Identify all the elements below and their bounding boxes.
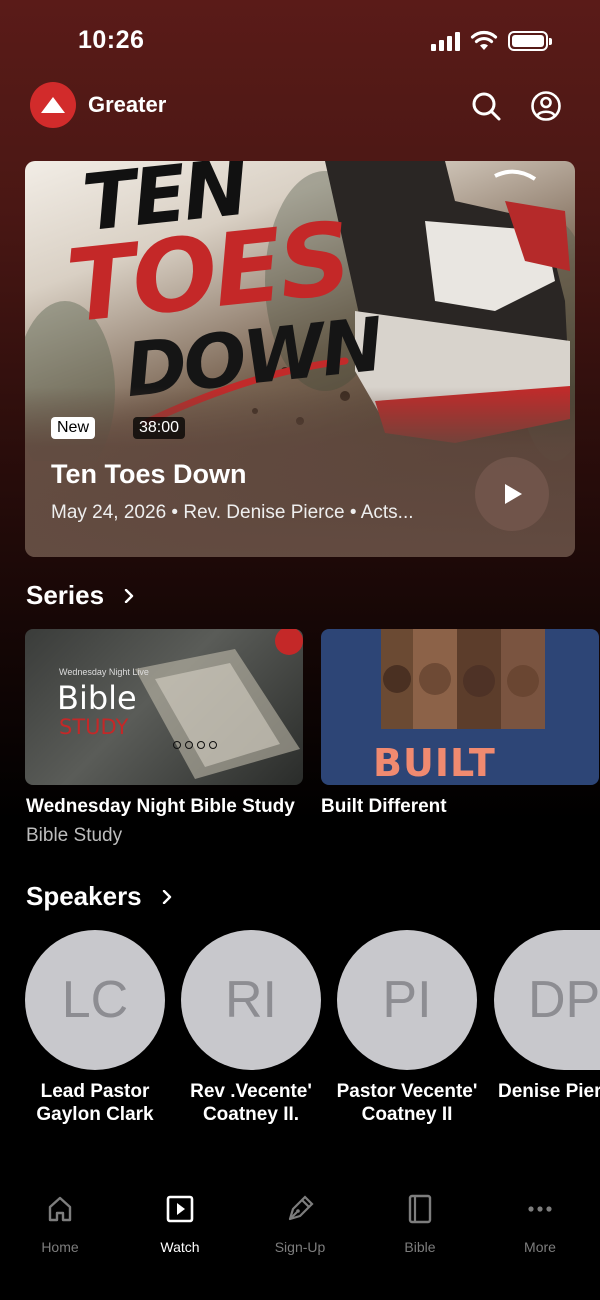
app-header: Greater: [0, 82, 600, 130]
series-heading-label: Series: [26, 580, 105, 610]
hero-meta: May 24, 2026 • Rev. Denise Pierce • Acts…: [51, 502, 414, 523]
series-art-sub: STUDY: [59, 715, 129, 739]
home-icon: [48, 1196, 72, 1222]
speaker-name[interactable]: Rev .Vecente' Coatney II.: [171, 1081, 331, 1126]
duration-badge: 38:00: [133, 417, 186, 439]
series-subtitle-wednesday: Bible Study: [26, 825, 123, 846]
series-name-wednesday[interactable]: Wednesday Night Bible Study: [26, 796, 304, 818]
speaker-name[interactable]: Pastor Vecente' Coatney II: [327, 1081, 487, 1126]
tab-sign-up[interactable]: Sign-Up: [240, 1194, 360, 1255]
tab-bible-label: Bible: [404, 1239, 436, 1255]
tab-bar: Home Watch Sign-Up Bible More: [0, 1178, 600, 1300]
series-art-top: Wednesday Night Live: [59, 667, 149, 677]
featured-sermon-card[interactable]: TEN TOES DOWN New 38:00 Ten Toes Down Ma…: [25, 161, 575, 557]
more-icon: [528, 1206, 552, 1212]
play-button[interactable]: [475, 457, 549, 531]
speaker-avatar[interactable]: DP: [494, 930, 600, 1070]
status-time: 10:26: [78, 26, 145, 54]
wifi-icon: [470, 30, 498, 50]
status-bar: 10:26: [0, 24, 600, 60]
chevron-right-icon: [162, 889, 171, 904]
pen-icon: [288, 1195, 314, 1221]
speakers-heading-label: Speakers: [26, 881, 142, 911]
battery-icon: [508, 31, 552, 51]
speaker-name[interactable]: Lead Pastor Gaylon Clark: [15, 1081, 175, 1126]
speaker-name[interactable]: Denise Pierce: [498, 1081, 600, 1104]
series-card-wednesday[interactable]: Wednesday Night Live Bible STUDY: [25, 629, 303, 785]
signal-icon: [431, 31, 460, 51]
brand-name: Greater: [88, 92, 167, 117]
speakers-heading[interactable]: Speakers: [26, 881, 174, 912]
account-icon: [531, 91, 561, 121]
tab-sign-up-label: Sign-Up: [274, 1239, 326, 1255]
series-name-built[interactable]: Built Different: [321, 796, 600, 818]
search-button[interactable]: [470, 90, 502, 122]
series-card-built[interactable]: BUILT: [321, 629, 599, 785]
play-icon: [505, 484, 522, 504]
tab-more-label: More: [524, 1239, 556, 1255]
status-icons: [431, 30, 552, 52]
logo-icon[interactable]: [30, 82, 76, 128]
speaker-avatar[interactable]: RI: [181, 930, 321, 1070]
series-art-dots: [173, 741, 217, 749]
new-badge: New: [51, 417, 96, 439]
account-button[interactable]: [530, 90, 562, 122]
tab-watch-label: Watch: [160, 1239, 200, 1255]
search-icon: [472, 92, 501, 121]
speaker-avatar[interactable]: LC: [25, 930, 165, 1070]
tab-home-label: Home: [41, 1239, 79, 1255]
tab-more[interactable]: More: [480, 1194, 600, 1255]
book-icon: [408, 1194, 432, 1224]
speaker-avatar[interactable]: PI: [337, 930, 477, 1070]
series-art-main: Bible: [57, 679, 137, 717]
hero-title: Ten Toes Down: [51, 459, 247, 489]
chevron-right-icon: [124, 588, 134, 603]
tab-home[interactable]: Home: [0, 1194, 120, 1255]
tab-watch[interactable]: Watch: [120, 1194, 240, 1255]
series-art-built: BUILT: [373, 741, 496, 785]
series-heading[interactable]: Series: [26, 580, 136, 611]
tab-bible[interactable]: Bible: [360, 1194, 480, 1255]
play-square-icon: [166, 1195, 194, 1223]
